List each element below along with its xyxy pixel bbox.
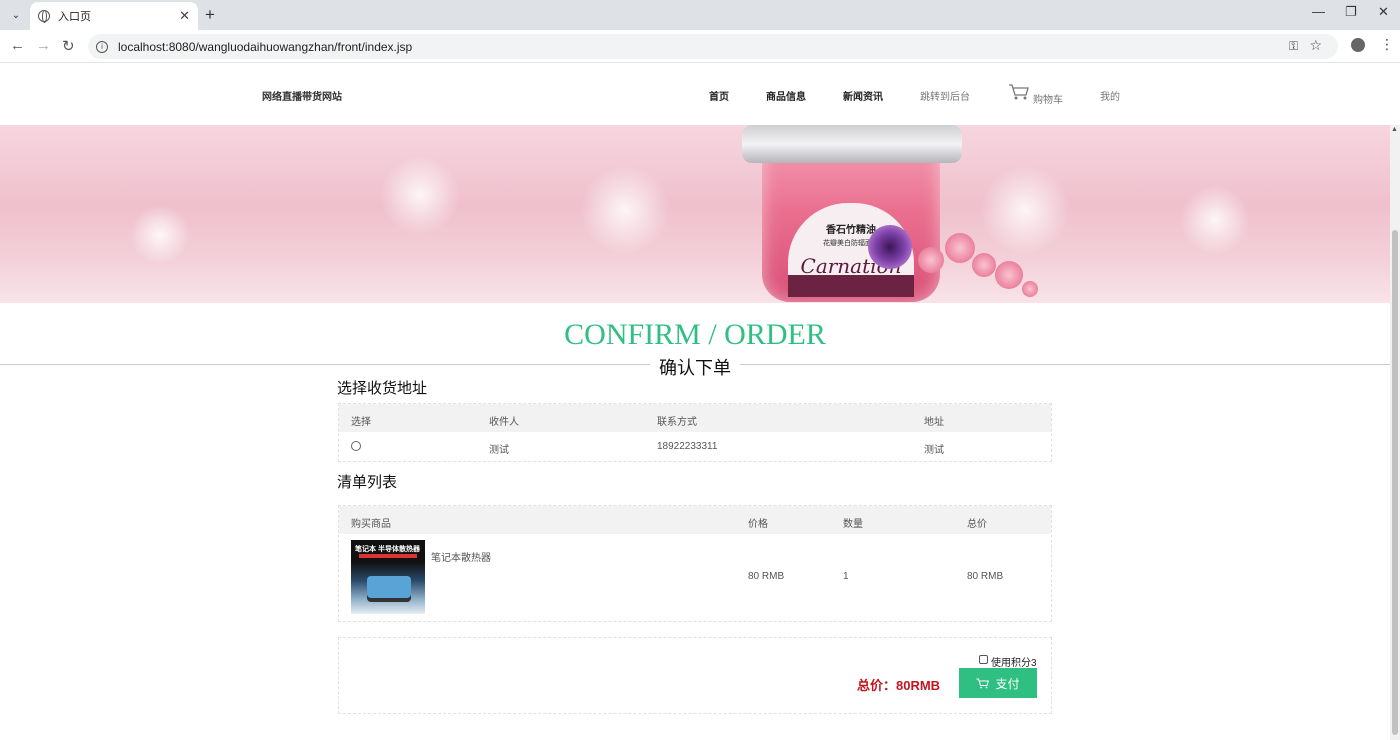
header-total: 总价 <box>967 519 987 530</box>
pay-button-label: 支付 <box>995 676 1020 691</box>
nav-backend[interactable]: 跳转到后台 <box>920 88 970 103</box>
pay-button[interactable]: 支付 <box>959 668 1037 698</box>
page-title: CONFIRM / ORDER <box>564 318 826 351</box>
tab-search-chevron-icon[interactable]: ⌄ <box>6 5 26 25</box>
order-total: 总价：80RMB <box>857 678 941 693</box>
nav-home[interactable]: 首页 <box>709 88 729 103</box>
header-quantity: 数量 <box>843 519 863 530</box>
browser-toolbar: ← → ↻ i localhost:8080/wangluodaihuowang… <box>0 30 1400 63</box>
tab-close-icon[interactable]: ✕ <box>179 8 190 24</box>
rose-image <box>972 253 996 277</box>
restore-icon[interactable]: ❐ <box>1345 4 1357 20</box>
order-section-title: 清单列表 <box>337 474 398 491</box>
header-recipient: 收件人 <box>489 417 519 428</box>
minimize-icon[interactable]: — <box>1312 4 1325 19</box>
browser-menu-icon[interactable]: ⋮ <box>1380 36 1394 53</box>
product-thumbnail[interactable]: 笔记本 半导体散热器 <box>351 540 425 614</box>
recipient-cell: 测试 <box>489 445 509 456</box>
total-cell: 80 RMB <box>967 571 1004 582</box>
forward-icon[interactable]: → <box>36 37 51 54</box>
hero-banner: 香石竹精油 花瓣美白防辐面膜 Carnation <box>0 125 1390 303</box>
rose-image <box>1022 281 1038 297</box>
scrollbar-thumb[interactable] <box>1392 230 1398 735</box>
page-subtitle: 确认下单 <box>650 354 740 380</box>
site-title: 网络直播带货网站 <box>262 92 342 103</box>
quantity-cell: 1 <box>843 571 849 582</box>
back-icon[interactable]: ← <box>10 37 25 54</box>
header-select: 选择 <box>351 417 371 428</box>
product-name[interactable]: 笔记本散热器 <box>431 549 491 564</box>
order-table-header: 购买商品 价格 数量 总价 <box>339 506 1051 534</box>
address-table: 选择 收件人 联系方式 地址 测试 18922233311 测试 <box>338 403 1052 462</box>
rose-image <box>995 261 1023 289</box>
rose-image <box>918 247 944 273</box>
header-product: 购买商品 <box>351 519 391 530</box>
jar-lid <box>742 125 962 163</box>
new-tab-icon[interactable]: + <box>205 5 215 25</box>
address-cell: 测试 <box>924 445 944 456</box>
product-thumbnail-caption: 笔记本 半导体散热器 <box>355 546 420 553</box>
contact-cell: 18922233311 <box>657 441 718 452</box>
nav-products[interactable]: 商品信息 <box>766 88 806 103</box>
address-table-header: 选择 收件人 联系方式 地址 <box>339 404 1051 432</box>
site-info-icon[interactable]: i <box>96 40 108 53</box>
profile-avatar-icon[interactable] <box>1351 38 1365 52</box>
price-cell: 80 RMB <box>748 571 785 582</box>
header-contact: 联系方式 <box>657 417 697 428</box>
site-header: 网络直播带货网站 首页 商品信息 新闻资讯 跳转到后台 购物车 我的 <box>0 63 1390 125</box>
address-select-radio[interactable] <box>351 441 361 451</box>
browser-tab[interactable]: 入口页 ✕ <box>30 2 198 30</box>
address-bar[interactable]: i localhost:8080/wangluodaihuowangzhan/f… <box>88 34 1338 59</box>
rose-image <box>945 233 975 263</box>
nav-mine[interactable]: 我的 <box>1100 88 1120 103</box>
header-address: 地址 <box>924 417 944 428</box>
globe-icon <box>38 10 50 23</box>
scroll-up-arrow-icon[interactable]: ▲ <box>1391 126 1398 133</box>
url-text: localhost:8080/wangluodaihuowangzhan/fro… <box>118 39 413 54</box>
nav-cart[interactable]: 购物车 <box>1033 91 1063 106</box>
nav-news[interactable]: 新闻资讯 <box>843 88 883 103</box>
jar-band <box>788 275 914 297</box>
cart-icon[interactable] <box>1008 83 1030 101</box>
password-key-icon[interactable]: ⚿ <box>1289 39 1298 54</box>
tab-title: 入口页 <box>58 11 91 23</box>
address-section-title: 选择收货地址 <box>337 380 428 397</box>
browser-tabbar: ⌄ 入口页 ✕ + — ❐ ✕ <box>0 0 1400 30</box>
bookmark-star-icon[interactable]: ☆ <box>1309 37 1322 54</box>
header-price: 价格 <box>748 519 768 530</box>
use-points-checkbox[interactable] <box>979 655 988 664</box>
flower-image <box>868 225 912 269</box>
checkout-panel: 使用积分3 总价：80RMB 支付 <box>338 637 1052 714</box>
reload-icon[interactable]: ↻ <box>62 37 75 55</box>
use-points-label: 使用积分3 <box>991 658 1037 669</box>
cart-icon <box>976 678 990 688</box>
order-table: 购买商品 价格 数量 总价 笔记本 半导体散热器 笔记本散热器 80 RMB 1… <box>338 505 1052 622</box>
window-close-icon[interactable]: ✕ <box>1378 4 1389 20</box>
